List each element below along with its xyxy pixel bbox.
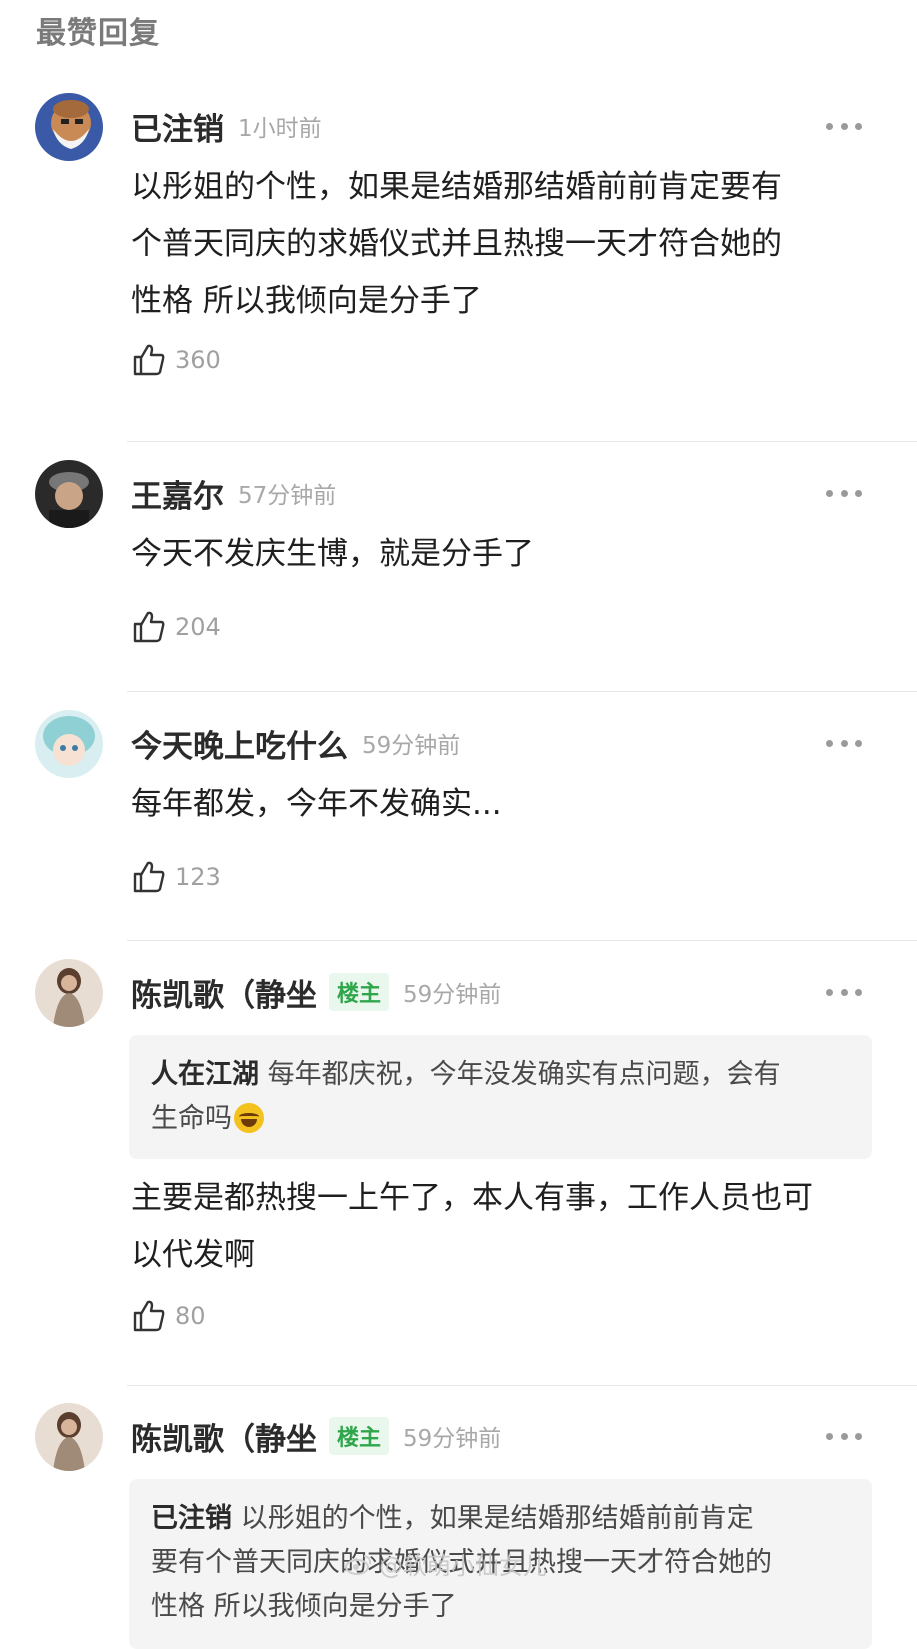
more-options-icon[interactable] — [826, 1431, 862, 1441]
comment-text-line: 性格 所以我倾向是分手了 — [131, 283, 482, 319]
quote-line: 生命吗 — [151, 1097, 850, 1141]
thumbs-up-icon — [133, 1300, 165, 1332]
quote-line: 人在江湖 每年都庆祝，今年没发确实有点问题，会有 — [151, 1053, 850, 1097]
comment-text: 每年都发，今年不发确实... — [131, 776, 502, 833]
quote-username[interactable]: 人在江湖 — [151, 1059, 259, 1090]
comment-text-line: 今天不发庆生博，就是分手了 — [131, 536, 534, 572]
comment-text-line: 主要是都热搜一上午了，本人有事，工作人员也可 — [131, 1180, 813, 1216]
more-options-icon[interactable] — [826, 121, 862, 131]
username[interactable]: 已注销 — [131, 104, 224, 149]
thumbs-up-icon — [133, 344, 165, 376]
avatar[interactable] — [35, 1403, 103, 1471]
section-title: 最赞回复 — [36, 16, 160, 51]
username[interactable]: 王嘉尔 — [131, 471, 224, 516]
quote-text: 每年都庆祝，今年没发确实有点问题，会有 — [267, 1059, 781, 1090]
watermark-text: @软萌小仙女儿 — [379, 1552, 547, 1580]
timestamp: 59分钟前 — [362, 733, 461, 759]
more-options-icon[interactable] — [826, 488, 862, 498]
avatar[interactable] — [35, 460, 103, 528]
avatar-anime-girl-image — [35, 710, 103, 778]
username[interactable]: 陈凯歌（静坐 — [131, 1414, 317, 1459]
like-count: 204 — [175, 613, 221, 641]
comment-text-line: 以代发啊 — [131, 1237, 255, 1273]
username[interactable]: 今天晚上吃什么 — [131, 721, 348, 766]
timestamp: 1小时前 — [238, 116, 322, 142]
avatar[interactable] — [35, 93, 103, 161]
divider — [127, 1385, 917, 1386]
watermark: @软萌小仙女儿 — [345, 1546, 547, 1581]
comment-text-line: 每年都发，今年不发确实... — [131, 786, 502, 822]
quote-line: 已注销 以彤姐的个性，如果是结婚那结婚前前肯定 — [151, 1497, 850, 1541]
quoted-reply[interactable]: 人在江湖 每年都庆祝，今年没发确实有点问题，会有 生命吗 — [129, 1035, 872, 1159]
timestamp: 57分钟前 — [238, 483, 337, 509]
like-count: 360 — [175, 346, 221, 374]
quote-username[interactable]: 已注销 — [151, 1503, 232, 1534]
owner-badge: 楼主 — [329, 973, 390, 1011]
avatar-old-man-image — [35, 93, 103, 161]
thumbs-up-icon — [133, 861, 165, 893]
like-button[interactable]: 360 — [131, 342, 221, 378]
like-button[interactable]: 123 — [131, 859, 221, 895]
avatar[interactable] — [35, 959, 103, 1027]
weibo-logo-icon — [345, 1554, 372, 1575]
avatar-woman-image — [35, 959, 103, 1027]
quote-text: 生命吗 — [151, 1103, 232, 1134]
avatar[interactable] — [35, 710, 103, 778]
quote-line: 性格 所以我倾向是分手了 — [151, 1591, 457, 1622]
comment-text: 今天不发庆生博，就是分手了 — [131, 526, 534, 583]
like-button[interactable]: 80 — [131, 1298, 206, 1334]
timestamp: 59分钟前 — [403, 1426, 502, 1452]
avatar-woman-image — [35, 1403, 103, 1471]
like-count: 80 — [175, 1302, 206, 1330]
divider — [127, 441, 917, 442]
comment-text: 以彤姐的个性，如果是结婚那结婚前前肯定要有 个普天同庆的求婚仪式并且热搜一天才符… — [131, 159, 782, 330]
comment-text-line: 以彤姐的个性，如果是结婚那结婚前前肯定要有 — [131, 169, 782, 205]
username[interactable]: 陈凯歌（静坐 — [131, 970, 317, 1015]
owner-badge: 楼主 — [329, 1417, 390, 1455]
laugh-cry-emoji-icon — [234, 1103, 264, 1133]
divider — [127, 940, 917, 941]
more-options-icon[interactable] — [826, 738, 862, 748]
comment-text-line: 个普天同庆的求婚仪式并且热搜一天才符合她的 — [131, 226, 782, 262]
divider — [127, 691, 917, 692]
avatar-man-cap-image — [35, 460, 103, 528]
comment-text: 主要是都热搜一上午了，本人有事，工作人员也可 以代发啊 — [131, 1170, 813, 1284]
timestamp: 59分钟前 — [403, 982, 502, 1008]
quote-text: 以彤姐的个性，如果是结婚那结婚前前肯定 — [240, 1503, 754, 1534]
thumbs-up-icon — [133, 611, 165, 643]
like-button[interactable]: 204 — [131, 609, 221, 645]
more-options-icon[interactable] — [826, 987, 862, 997]
like-count: 123 — [175, 863, 221, 891]
